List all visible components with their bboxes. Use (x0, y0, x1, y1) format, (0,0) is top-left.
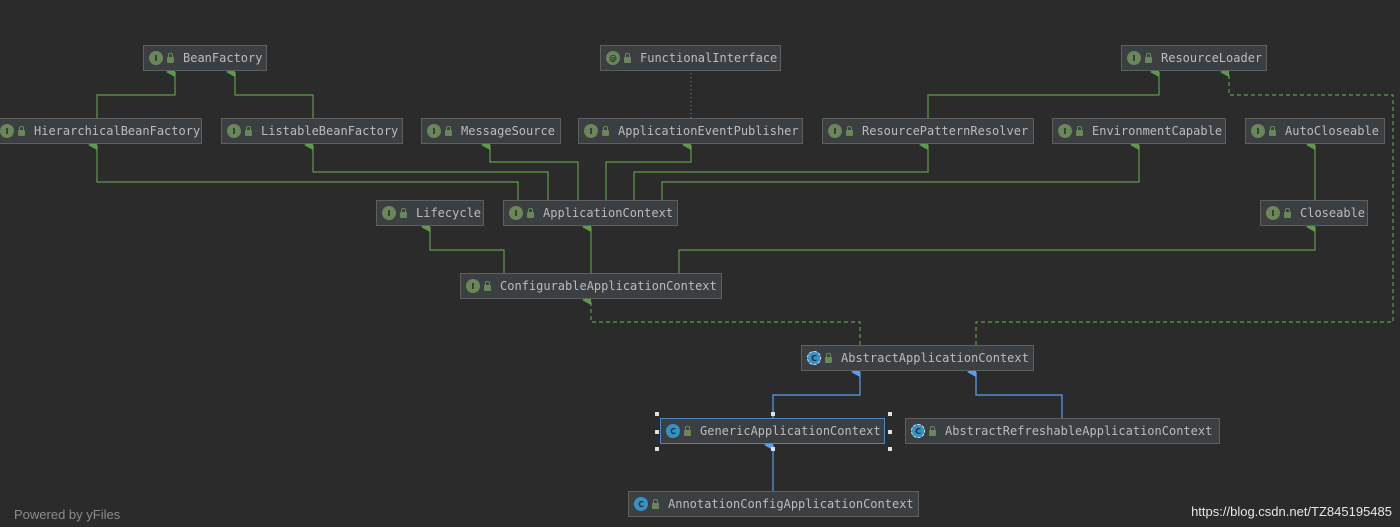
powered-by-label: Powered by yFiles (14, 507, 121, 522)
node-label: FunctionalInterface (640, 51, 778, 65)
interface-icon: I (509, 206, 523, 220)
selection-handle[interactable] (771, 447, 775, 451)
node-hierarchical-bean-factory[interactable]: I HierarchicalBeanFactory (0, 118, 202, 144)
node-generic-application-context[interactable]: C GenericApplicationContext (660, 418, 885, 444)
public-access-icon (602, 126, 609, 136)
node-label: GenericApplicationContext (700, 424, 881, 438)
node-label: ResourcePatternResolver (862, 124, 1029, 138)
edge-extends (927, 67, 1160, 118)
node-bean-factory[interactable]: I BeanFactory (143, 45, 267, 71)
node-resource-pattern-resolver[interactable]: I ResourcePatternResolver (822, 118, 1034, 144)
node-label: AbstractApplicationContext (841, 351, 1029, 365)
node-closeable[interactable]: I Closeable (1260, 200, 1368, 226)
node-environment-capable[interactable]: I EnvironmentCapable (1052, 118, 1226, 144)
selection-handle[interactable] (655, 447, 659, 451)
interface-icon: I (1127, 51, 1141, 65)
edge-extends (633, 140, 929, 200)
public-access-icon (929, 426, 936, 436)
class-icon: C (634, 497, 648, 511)
edge-class-extends (772, 367, 861, 418)
public-access-icon (484, 281, 491, 291)
edge-extends (96, 67, 176, 118)
public-access-icon (1076, 126, 1083, 136)
node-auto-closeable[interactable]: I AutoCloseable (1245, 118, 1385, 144)
node-label: EnvironmentCapable (1092, 124, 1223, 138)
node-application-context[interactable]: I ApplicationContext (503, 200, 678, 226)
selection-handle[interactable] (655, 412, 659, 416)
interface-icon: I (382, 206, 396, 220)
selection-handle[interactable] (888, 447, 892, 451)
edge-class-extends (967, 367, 1063, 418)
node-label: AnnotationConfigApplicationContext (668, 497, 914, 511)
node-listable-bean-factory[interactable]: I ListableBeanFactory (221, 118, 403, 144)
annotation-icon: @ (606, 51, 620, 65)
public-access-icon (825, 353, 832, 363)
diagram-canvas (88, 67, 1394, 491)
public-access-icon (1284, 208, 1291, 218)
node-message-source[interactable]: I MessageSource (421, 118, 561, 144)
node-label: ApplicationEventPublisher (618, 124, 799, 138)
node-abstract-refreshable-application-context[interactable]: C AbstractRefreshableApplicationContext (905, 418, 1220, 444)
edge-extends (678, 222, 1316, 273)
node-resource-loader[interactable]: I ResourceLoader (1121, 45, 1267, 71)
interface-icon: I (427, 124, 441, 138)
node-annotation-config-application-context[interactable]: C AnnotationConfigApplicationContext (628, 491, 919, 517)
edge-implements (582, 295, 861, 345)
node-label: BeanFactory (183, 51, 263, 65)
node-configurable-application-context[interactable]: I ConfigurableApplicationContext (460, 273, 722, 299)
public-access-icon (445, 126, 452, 136)
interface-icon: I (584, 124, 598, 138)
edge-extends (226, 67, 314, 118)
selection-handle[interactable] (888, 430, 892, 434)
selection-handle[interactable] (655, 430, 659, 434)
node-application-event-publisher[interactable]: I ApplicationEventPublisher (578, 118, 803, 144)
interface-icon: I (1251, 124, 1265, 138)
node-label: ApplicationContext (543, 206, 674, 220)
public-access-icon (1269, 126, 1276, 136)
selection-handle[interactable] (771, 412, 775, 416)
selection-handle[interactable] (888, 412, 892, 416)
interface-icon: I (149, 51, 163, 65)
node-label: AutoCloseable (1285, 124, 1379, 138)
public-access-icon (684, 426, 691, 436)
public-access-icon (846, 126, 853, 136)
edge-extends (421, 222, 505, 273)
public-access-icon (1145, 53, 1152, 63)
public-access-icon (527, 208, 534, 218)
abstract-class-icon: C (911, 424, 925, 438)
interface-icon: I (466, 279, 480, 293)
interface-icon: I (1266, 206, 1280, 220)
interface-icon: I (0, 124, 14, 138)
interface-icon: I (227, 124, 241, 138)
edge-extends (304, 140, 549, 200)
node-label: ResourceLoader (1161, 51, 1263, 65)
interface-icon: I (1058, 124, 1072, 138)
public-access-icon (167, 53, 174, 63)
node-functional-interface[interactable]: @ FunctionalInterface (600, 45, 781, 71)
interface-icon: I (828, 124, 842, 138)
node-lifecycle[interactable]: I Lifecycle (376, 200, 484, 226)
node-label: AbstractRefreshableApplicationContext (945, 424, 1213, 438)
node-label: HierarchicalBeanFactory (34, 124, 201, 138)
abstract-class-icon: C (807, 351, 821, 365)
public-access-icon (624, 53, 631, 63)
node-label: Closeable (1300, 206, 1366, 220)
node-abstract-application-context[interactable]: C AbstractApplicationContext (801, 345, 1034, 371)
public-access-icon (400, 208, 407, 218)
node-label: ConfigurableApplicationContext (500, 279, 717, 293)
public-access-icon (652, 499, 659, 509)
public-access-icon (18, 126, 25, 136)
public-access-icon (245, 126, 252, 136)
class-icon: C (666, 424, 680, 438)
node-label: ListableBeanFactory (261, 124, 399, 138)
watermark: https://blog.csdn.net/TZ845195485 (1191, 504, 1392, 519)
node-label: Lifecycle (416, 206, 482, 220)
node-label: MessageSource (461, 124, 555, 138)
